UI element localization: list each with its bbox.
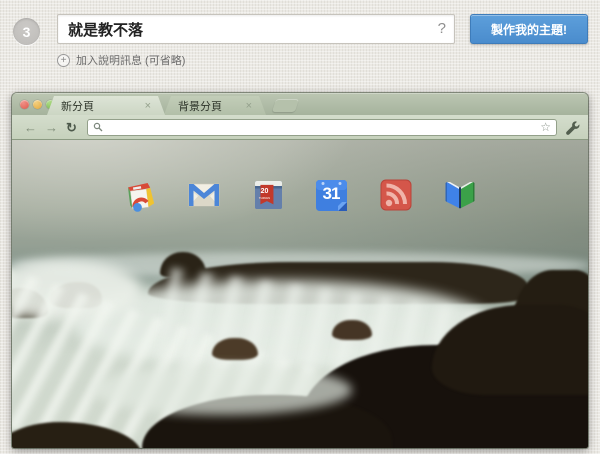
photo-rock-midfoam-1 xyxy=(212,338,258,360)
tab-label: 背景分頁 xyxy=(178,100,222,113)
calendar-date-label: 31 xyxy=(322,184,341,203)
app-google-calendar-icon[interactable]: 31 xyxy=(314,177,350,213)
theme-title-field-wrap: ? xyxy=(57,14,455,44)
tab-new-tab[interactable]: 新分頁 × xyxy=(47,96,165,115)
plus-icon: + xyxy=(57,53,70,67)
close-window-icon[interactable] xyxy=(20,99,29,109)
wrench-menu-icon[interactable] xyxy=(565,120,580,135)
omnibox[interactable]: ☆ xyxy=(86,118,557,136)
step-number-badge: 3 xyxy=(13,18,40,45)
make-theme-button[interactable]: 製作我的主題! xyxy=(470,14,588,44)
add-description-link[interactable]: + 加入說明訊息 (可省略) xyxy=(57,52,185,68)
tab-background-tab[interactable]: 背景分頁 × xyxy=(164,96,266,115)
book-badge-number: 20 xyxy=(260,188,269,195)
omnibox-input[interactable] xyxy=(102,120,541,134)
back-icon[interactable]: ← xyxy=(20,121,41,134)
bookmark-star-icon[interactable]: ☆ xyxy=(540,120,551,134)
browser-toolbar: ← → ↻ ☆ xyxy=(12,115,588,140)
tab-close-icon[interactable]: × xyxy=(246,100,252,112)
tab-label: 新分頁 xyxy=(61,100,94,113)
forward-icon[interactable]: → xyxy=(41,121,62,134)
theme-title-input[interactable] xyxy=(57,14,455,44)
search-icon xyxy=(93,122,103,132)
app-google-reader-icon[interactable] xyxy=(378,177,414,213)
app-chrome-web-store-icon[interactable] xyxy=(122,177,158,213)
book-badge-caption: THINGS xyxy=(258,196,271,200)
new-tab-button[interactable] xyxy=(271,99,300,112)
help-icon[interactable]: ? xyxy=(438,20,446,37)
browser-preview-window: 新分頁 × 背景分頁 × ← → ↻ ☆ 20 THINGS 31 xyxy=(12,93,588,448)
add-description-label: 加入說明訊息 (可省略) xyxy=(76,55,186,67)
app-shortcuts-row: 20 THINGS 31 xyxy=(122,177,478,213)
app-20-things-book-icon[interactable]: 20 THINGS xyxy=(250,177,286,213)
minimize-window-icon[interactable] xyxy=(33,99,42,109)
tab-close-icon[interactable]: × xyxy=(145,100,151,112)
reload-icon[interactable]: ↻ xyxy=(62,121,81,134)
app-google-books-icon[interactable] xyxy=(442,177,478,213)
window-controls xyxy=(20,99,55,109)
photo-rock-midfoam-2 xyxy=(332,320,372,340)
app-gmail-icon[interactable] xyxy=(186,177,222,213)
tab-strip: 新分頁 × 背景分頁 × xyxy=(12,93,588,115)
new-tab-page-photo: 20 THINGS 31 xyxy=(12,140,588,448)
photo-foam-lower xyxy=(92,365,352,415)
